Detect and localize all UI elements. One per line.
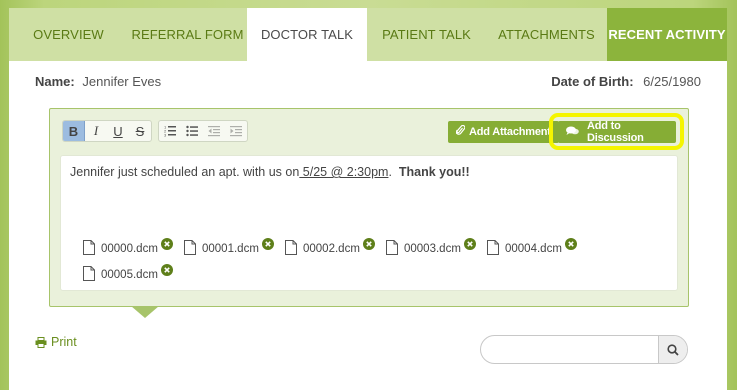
remove-icon[interactable] [160, 238, 173, 250]
search-icon [667, 343, 679, 356]
attachment-name[interactable]: 00002.dcm [303, 243, 360, 255]
attachment-name[interactable]: 00001.dcm [202, 243, 259, 255]
tab-bar: OVERVIEW REFERRAL FORM DOCTOR TALK PATIE… [9, 8, 727, 61]
format-toolbar: B I U S 123 [62, 120, 248, 142]
file-icon [83, 266, 95, 281]
attachment-item: 00001.dcm [184, 238, 285, 258]
file-icon [285, 240, 297, 255]
highlight-annotation [549, 113, 684, 150]
bold-button[interactable]: B [63, 121, 85, 141]
search-input[interactable] [491, 341, 651, 359]
svg-text:3: 3 [164, 133, 167, 138]
tab-recent-activity[interactable]: RECENT ACTIVITY [607, 8, 727, 61]
print-label: Print [51, 335, 77, 349]
attachment-item: 00004.dcm [487, 238, 588, 258]
remove-icon[interactable] [160, 264, 173, 276]
underline-button[interactable]: U [107, 121, 129, 141]
message-bold: Thank you!! [398, 165, 470, 179]
composer-pointer [131, 306, 159, 318]
print-link[interactable]: Print [35, 335, 77, 349]
message-editor[interactable]: Jennifer just scheduled an apt. with us … [60, 155, 678, 291]
attachment-item: 00005.dcm [83, 264, 184, 284]
indent-icon[interactable] [225, 121, 247, 141]
patient-info: Name: Jennifer Eves Date of Birth: 6/25/… [35, 74, 701, 89]
remove-icon[interactable] [463, 238, 476, 250]
tab-overview[interactable]: OVERVIEW [9, 8, 128, 61]
message-punct: . [388, 165, 399, 179]
paperclip-icon [455, 124, 466, 139]
attachment-name[interactable]: 00003.dcm [404, 243, 461, 255]
attachment-item: 00000.dcm [83, 238, 184, 258]
dob-label: Date of Birth: [551, 74, 634, 89]
message-composer: B I U S 123 Add Attachment Add to Discus… [49, 108, 689, 307]
add-attachment-button[interactable]: Add Attachment [448, 121, 559, 143]
referral-card: OVERVIEW REFERRAL FORM DOCTOR TALK PATIE… [9, 8, 727, 390]
list-group: 123 [158, 120, 248, 142]
dob-value: 6/25/1980 [643, 74, 701, 89]
search-box [480, 335, 688, 364]
message-body: Jennifer just scheduled an apt. with us … [70, 165, 300, 179]
appointment-link[interactable]: 5/25 @ 2:30pm [299, 165, 389, 179]
attachment-name[interactable]: 00005.dcm [101, 269, 158, 281]
italic-button[interactable]: I [85, 121, 107, 141]
remove-icon[interactable] [362, 238, 375, 250]
text-style-group: B I U S [62, 120, 152, 142]
patient-name: Jennifer Eves [82, 74, 162, 89]
attachment-name[interactable]: 00004.dcm [505, 243, 562, 255]
tab-doctor-talk[interactable]: DOCTOR TALK [247, 8, 367, 61]
file-icon [386, 240, 398, 255]
attachment-item: 00002.dcm [285, 238, 386, 258]
attachment-list: 00000.dcm 00001.dcm 00002.dcm 00003.dcm [83, 238, 603, 284]
remove-icon[interactable] [261, 238, 274, 250]
message-text: Jennifer just scheduled an apt. with us … [70, 165, 470, 179]
strikethrough-button[interactable]: S [129, 121, 151, 141]
printer-icon [35, 336, 47, 348]
search-button[interactable] [658, 336, 687, 363]
bullet-list-icon[interactable] [181, 121, 203, 141]
attachment-item: 00003.dcm [386, 238, 487, 258]
file-icon [83, 240, 95, 255]
dob-group: Date of Birth: 6/25/1980 [551, 74, 701, 89]
add-attachment-label: Add Attachment [469, 126, 551, 138]
remove-icon[interactable] [564, 238, 577, 250]
attachment-name[interactable]: 00000.dcm [101, 243, 158, 255]
tab-referral-form[interactable]: REFERRAL FORM [128, 8, 247, 61]
file-icon [487, 240, 499, 255]
tab-patient-talk[interactable]: PATIENT TALK [367, 8, 486, 61]
outdent-icon[interactable] [203, 121, 225, 141]
ordered-list-icon[interactable]: 123 [159, 121, 181, 141]
file-icon [184, 240, 196, 255]
tab-attachments[interactable]: ATTACHMENTS [486, 8, 607, 61]
name-label: Name: [35, 74, 75, 89]
